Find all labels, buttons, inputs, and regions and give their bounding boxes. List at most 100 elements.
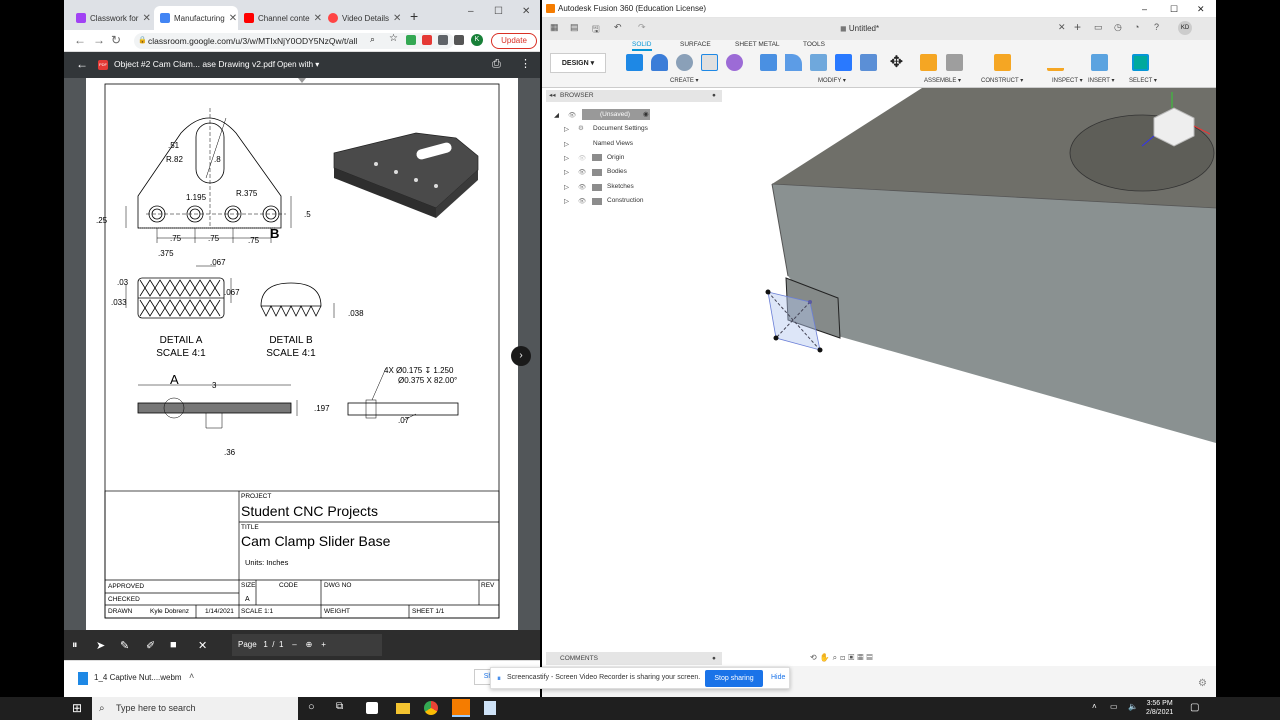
pause-icon[interactable]: ⏸ — [72, 639, 78, 652]
taskbar-search[interactable]: ⌕ Type here to search — [92, 697, 298, 720]
insert-image-icon[interactable] — [1091, 54, 1108, 71]
close-icon[interactable]: ✕ — [314, 13, 322, 24]
chevron-up-icon[interactable]: ˄ — [189, 671, 194, 681]
document-tab[interactable]: ◼ Untitled* — [840, 24, 879, 33]
undo-icon[interactable]: ↶ — [614, 22, 622, 33]
forward-icon[interactable]: → — [93, 33, 105, 47]
notification-icon[interactable]: ▢ — [1190, 702, 1199, 713]
more-icon[interactable]: ⋮ — [520, 57, 531, 70]
tab-classwork[interactable]: Classwork for ✕ — [70, 6, 154, 30]
search-icon[interactable]: ⌕ — [370, 34, 380, 44]
group-create[interactable]: CREATE ▾ — [670, 77, 699, 84]
eye-icon[interactable]: 👁 — [578, 154, 586, 162]
zoom-icon[interactable]: ⊕ — [306, 640, 313, 649]
next-page-button[interactable]: › — [511, 346, 531, 366]
minimize-button[interactable]: – — [468, 6, 474, 17]
revolve-icon[interactable] — [676, 54, 693, 71]
group-inspect[interactable]: INSPECT ▾ — [1052, 77, 1083, 84]
extension-icon[interactable] — [406, 35, 416, 45]
eye-icon[interactable]: 👁 — [568, 111, 576, 119]
nav-bar[interactable]: ⟲✋⌕⊡▣▦▤ — [810, 653, 876, 663]
maximize-button[interactable]: ☐ — [494, 6, 503, 17]
close-icon[interactable]: ✕ — [393, 13, 401, 24]
joint-icon[interactable] — [946, 54, 963, 71]
puzzle-icon[interactable] — [438, 35, 448, 45]
group-construct[interactable]: CONSTRUCT ▾ — [981, 77, 1023, 84]
tab-solid[interactable]: SOLID — [632, 41, 652, 51]
page-current[interactable]: 1 — [263, 640, 267, 649]
chat-icon[interactable]: ▭ — [1094, 22, 1103, 33]
network-icon[interactable]: ▭ — [1110, 702, 1118, 711]
open-with-button[interactable]: Open with ▾ — [277, 60, 319, 69]
notifications-icon[interactable]: ◔ — [1134, 22, 1139, 32]
camera-icon[interactable]: ■ — [170, 639, 177, 651]
pen-icon[interactable]: ✎ — [120, 639, 129, 652]
highlighter-icon[interactable]: ✐ — [146, 639, 155, 652]
extrude-icon[interactable] — [651, 54, 668, 71]
avatar[interactable]: KD — [1178, 21, 1192, 35]
chevron-right-icon[interactable]: ▷ — [564, 168, 569, 176]
tab-manufacturing[interactable]: Manufacturing ✕ — [154, 6, 238, 30]
update-button[interactable]: Update — [491, 33, 537, 49]
browser-item-named-views[interactable]: Named Views — [593, 140, 633, 147]
back-icon[interactable]: ← — [76, 57, 88, 71]
pin-icon[interactable]: ● — [712, 90, 716, 102]
chevron-right-icon[interactable]: ▷ — [564, 154, 569, 162]
save-icon[interactable]: 🖫 — [592, 22, 600, 38]
redo-icon[interactable]: ↷ — [638, 22, 646, 33]
star-icon[interactable]: ☆ — [389, 33, 399, 44]
hide-button[interactable]: Hide — [771, 674, 785, 681]
group-assemble[interactable]: ASSEMBLE ▾ — [924, 77, 961, 84]
zoom-in-button[interactable]: + — [321, 640, 326, 649]
file-explorer-icon[interactable] — [396, 703, 410, 714]
tab-video-details[interactable]: Video Details ✕ — [322, 6, 406, 30]
browser-item-document-settings[interactable]: Document Settings — [593, 125, 648, 132]
back-icon[interactable]: ← — [74, 33, 86, 47]
shell-icon[interactable] — [835, 54, 852, 71]
maximize-button[interactable]: ☐ — [1170, 0, 1178, 18]
browser-root[interactable]: (Unsaved) — [582, 109, 650, 120]
chevron-up-icon[interactable]: ˄ — [1092, 702, 1097, 711]
chevron-right-icon[interactable]: ▷ — [564, 125, 569, 133]
move-icon[interactable]: ✥ — [888, 54, 905, 71]
close-icon[interactable]: ✕ — [229, 13, 237, 24]
group-select[interactable]: SELECT ▾ — [1129, 77, 1157, 84]
reload-icon[interactable]: ↻ — [111, 33, 121, 47]
browser-item-bodies[interactable]: Bodies — [607, 168, 627, 175]
zoom-out-button[interactable]: – — [292, 640, 296, 649]
tab-tools[interactable]: TOOLS — [803, 41, 825, 48]
chevron-right-icon[interactable]: ▷ — [564, 197, 569, 205]
tab-channel[interactable]: Channel conte ✕ — [238, 6, 322, 30]
jobs-icon[interactable]: ◷ — [1114, 22, 1122, 33]
new-component-icon[interactable] — [626, 54, 643, 71]
expand-icon[interactable]: ◢ — [554, 111, 559, 119]
gear-icon[interactable]: ⚙ — [1198, 678, 1207, 689]
chrome-icon[interactable] — [424, 701, 438, 715]
select-icon[interactable] — [1132, 54, 1149, 71]
new-tab-button[interactable]: + — [410, 8, 418, 24]
hole-icon[interactable] — [701, 54, 718, 71]
download-filename[interactable]: 1_4 Captive Nut....webm — [94, 673, 182, 682]
chevron-right-icon[interactable]: ▷ — [564, 140, 569, 148]
close-button[interactable]: ✕ — [1197, 0, 1205, 18]
taskbar-clock[interactable]: 3:56 PM 2/8/2021 — [1146, 699, 1173, 717]
eye-icon[interactable]: 👁 — [578, 197, 586, 205]
print-icon[interactable]: ⎙ — [492, 58, 501, 71]
close-button[interactable]: ✕ — [522, 6, 530, 17]
offset-plane-icon[interactable] — [994, 54, 1011, 71]
new-tab-button[interactable]: + — [1074, 20, 1081, 34]
media-icon[interactable] — [454, 35, 464, 45]
group-insert[interactable]: INSERT ▾ — [1088, 77, 1114, 84]
file-icon[interactable]: ▤ — [570, 22, 579, 33]
close-icon[interactable]: ✕ — [142, 13, 150, 24]
combine-icon[interactable] — [860, 54, 877, 71]
fusion-taskbar-icon[interactable] — [452, 699, 470, 717]
group-modify[interactable]: MODIFY ▾ — [818, 77, 846, 84]
stop-sharing-button[interactable]: Stop sharing — [705, 670, 763, 687]
form-icon[interactable] — [726, 54, 743, 71]
radio-icon[interactable]: ◉ — [643, 110, 649, 118]
calculator-icon[interactable] — [484, 701, 496, 715]
measure-icon[interactable] — [1047, 54, 1064, 71]
new-component-assemble-icon[interactable] — [920, 54, 937, 71]
cortana-icon[interactable]: ○ — [308, 701, 315, 713]
